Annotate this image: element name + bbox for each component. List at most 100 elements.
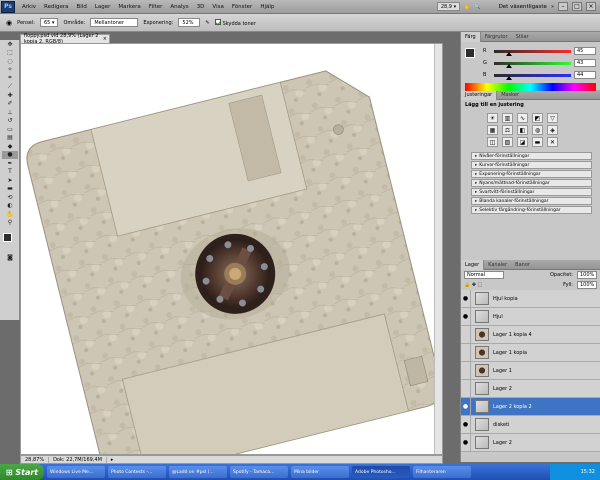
crop-tool-icon[interactable]: ⌗ [2,74,18,83]
minimize-button[interactable]: – [558,2,568,11]
layer-row[interactable]: Lager 1 kopia 4 [461,325,600,344]
lock-icons[interactable]: 🔒 ✥ ⬚ [464,282,482,288]
workspace-label[interactable]: Det väsentligaste [499,4,547,10]
curves-icon[interactable]: ∿ [517,113,528,123]
chevron-right-icon[interactable]: » [551,4,554,10]
preset-hue-sat[interactable]: Nyans/mättnad-förinställningar [471,179,592,187]
eye-icon[interactable]: ● [461,307,471,326]
exposure-field[interactable]: 52% [178,18,201,27]
slider-red[interactable]: R 45 [461,45,600,57]
eye-icon[interactable]: ● [461,289,471,308]
status-arrow-icon[interactable]: ▸ [107,457,118,463]
foreground-color[interactable] [3,233,12,242]
menu-lager[interactable]: Lager [91,4,115,10]
channel-mixer-icon[interactable]: ◈ [547,125,558,135]
eye-icon[interactable]: ● [461,397,471,416]
color-fg-swatch[interactable] [465,48,475,58]
menu-visa[interactable]: Visa [208,4,227,10]
3d-orbit-tool-icon[interactable]: ◐ [2,202,18,211]
preset-curves[interactable]: Kurvor-förinställningar [471,161,592,169]
tab-masks[interactable]: Masker [497,90,523,100]
brush-size-field[interactable]: 65 ▾ [39,18,59,27]
tab-color[interactable]: Färg [461,31,481,42]
black-white-icon[interactable]: ◧ [517,125,528,135]
threshold-icon[interactable]: ◪ [517,137,528,147]
color-spectrum-bar[interactable] [465,83,596,91]
vibrance-icon[interactable]: ▽ [547,113,558,123]
tab-layers[interactable]: Lager [461,259,485,270]
clone-stamp-tool-icon[interactable]: ⊥ [2,108,18,117]
hue-sat-icon[interactable]: ▦ [487,125,498,135]
opacity-field[interactable]: 100% [577,271,597,279]
menu-redigera[interactable]: Redigera [40,4,72,10]
zoom-select[interactable]: 28,9 ▾ [436,2,461,11]
preset-black-white[interactable]: Svartvitt-förinställningar [471,188,592,196]
protect-tones-checkbox[interactable]: Skydda toner [214,18,256,27]
task-windows-live[interactable]: Windows Live Me... [47,466,105,478]
preset-selective-color[interactable]: Selektiv färgändring-förinställningar [471,206,592,214]
gradient-map-icon[interactable]: ▬ [532,137,543,147]
quick-mask-icon[interactable]: ◙ [2,253,18,262]
tab-styles[interactable]: Stilar [512,32,533,42]
zoom-tool-icon[interactable]: ⚲ [2,219,18,228]
blur-tool-icon[interactable]: ◆ [2,142,18,151]
brush-tool-icon[interactable]: ✐ [2,100,18,109]
color-balance-icon[interactable]: ⚖ [502,125,513,135]
eye-icon[interactable] [461,361,471,380]
eye-icon[interactable] [461,343,471,362]
photo-filter-icon[interactable]: ◍ [532,125,543,135]
menu-analys[interactable]: Analys [166,4,192,10]
document-canvas[interactable] [20,43,443,455]
move-tool-icon[interactable]: ✥ [2,40,18,49]
invert-icon[interactable]: ◫ [487,137,498,147]
menu-bild[interactable]: Bild [72,4,90,10]
eye-icon[interactable]: ● [461,433,471,452]
layer-row[interactable]: ● Lager 2 kopia 2 [461,397,600,416]
eraser-tool-icon[interactable]: ▭ [2,125,18,134]
layer-row[interactable]: Lager 2 [461,379,600,398]
history-brush-tool-icon[interactable]: ↺ [2,117,18,126]
tab-adjustments[interactable]: Justeringar [461,89,498,100]
green-value[interactable]: 43 [574,59,596,67]
vertical-scrollbar[interactable] [434,44,442,454]
task-my-pictures[interactable]: Mina bilder [291,466,349,478]
maximize-button[interactable]: □ [572,2,582,11]
menu-markera[interactable]: Markera [114,4,144,10]
marquee-tool-icon[interactable]: ⬚ [2,49,18,58]
layer-row[interactable]: ● Hjul kopia [461,289,600,308]
task-irc[interactable]: @Ladd on #psl (... [169,466,227,478]
hand-icon[interactable]: ✋ [464,4,470,10]
close-tab-icon[interactable]: × [103,36,107,42]
red-value[interactable]: 45 [574,47,596,55]
blend-mode-select[interactable]: Normal [464,271,504,279]
layer-row[interactable]: ● Hjul [461,307,600,326]
preset-levels[interactable]: Nivåer-förinställningar [471,152,592,160]
task-spotify[interactable]: Spotify - Tamaco... [230,466,288,478]
eye-icon[interactable]: ● [461,415,471,434]
fill-field[interactable]: 100% [577,281,597,289]
menu-3d[interactable]: 3D [193,4,209,10]
color-swatches[interactable] [0,231,19,253]
tab-swatches[interactable]: Färgrutor [481,32,512,42]
slider-blue[interactable]: B 44 [461,69,600,81]
dodge-tool-icon[interactable]: ◉ [6,19,12,27]
tab-channels[interactable]: Kanaler [484,260,511,270]
range-select[interactable]: Mellantoner [90,18,139,27]
selective-color-icon[interactable]: ✕ [547,137,558,147]
red-track[interactable] [494,49,571,56]
layer-row[interactable]: Lager 1 kopia [461,343,600,362]
type-tool-icon[interactable]: T [2,168,18,177]
brightness-icon[interactable]: ☀ [487,113,498,123]
start-button[interactable]: ⊞ Start [0,464,44,480]
menu-fonster[interactable]: Fönster [228,4,257,10]
close-button[interactable]: × [586,2,596,11]
exposure-icon[interactable]: ◩ [532,113,543,123]
task-file-explorer[interactable]: Filhanteraren [413,466,471,478]
layer-row[interactable]: ● disketi [461,415,600,434]
menu-hjalp[interactable]: Hjälp [256,4,278,10]
preset-exposure[interactable]: Exponering-förinställningar [471,170,592,178]
layer-row[interactable]: ● Lager 2 [461,433,600,452]
preset-channel-mixer[interactable]: Blanda kanaler-förinställningar [471,197,592,205]
document-tab[interactable]: floppy.psd vid 28,9% (Lager 2 kopia 2, R… [20,33,110,45]
task-photoshop[interactable]: Adobe Photosho... [352,466,410,478]
